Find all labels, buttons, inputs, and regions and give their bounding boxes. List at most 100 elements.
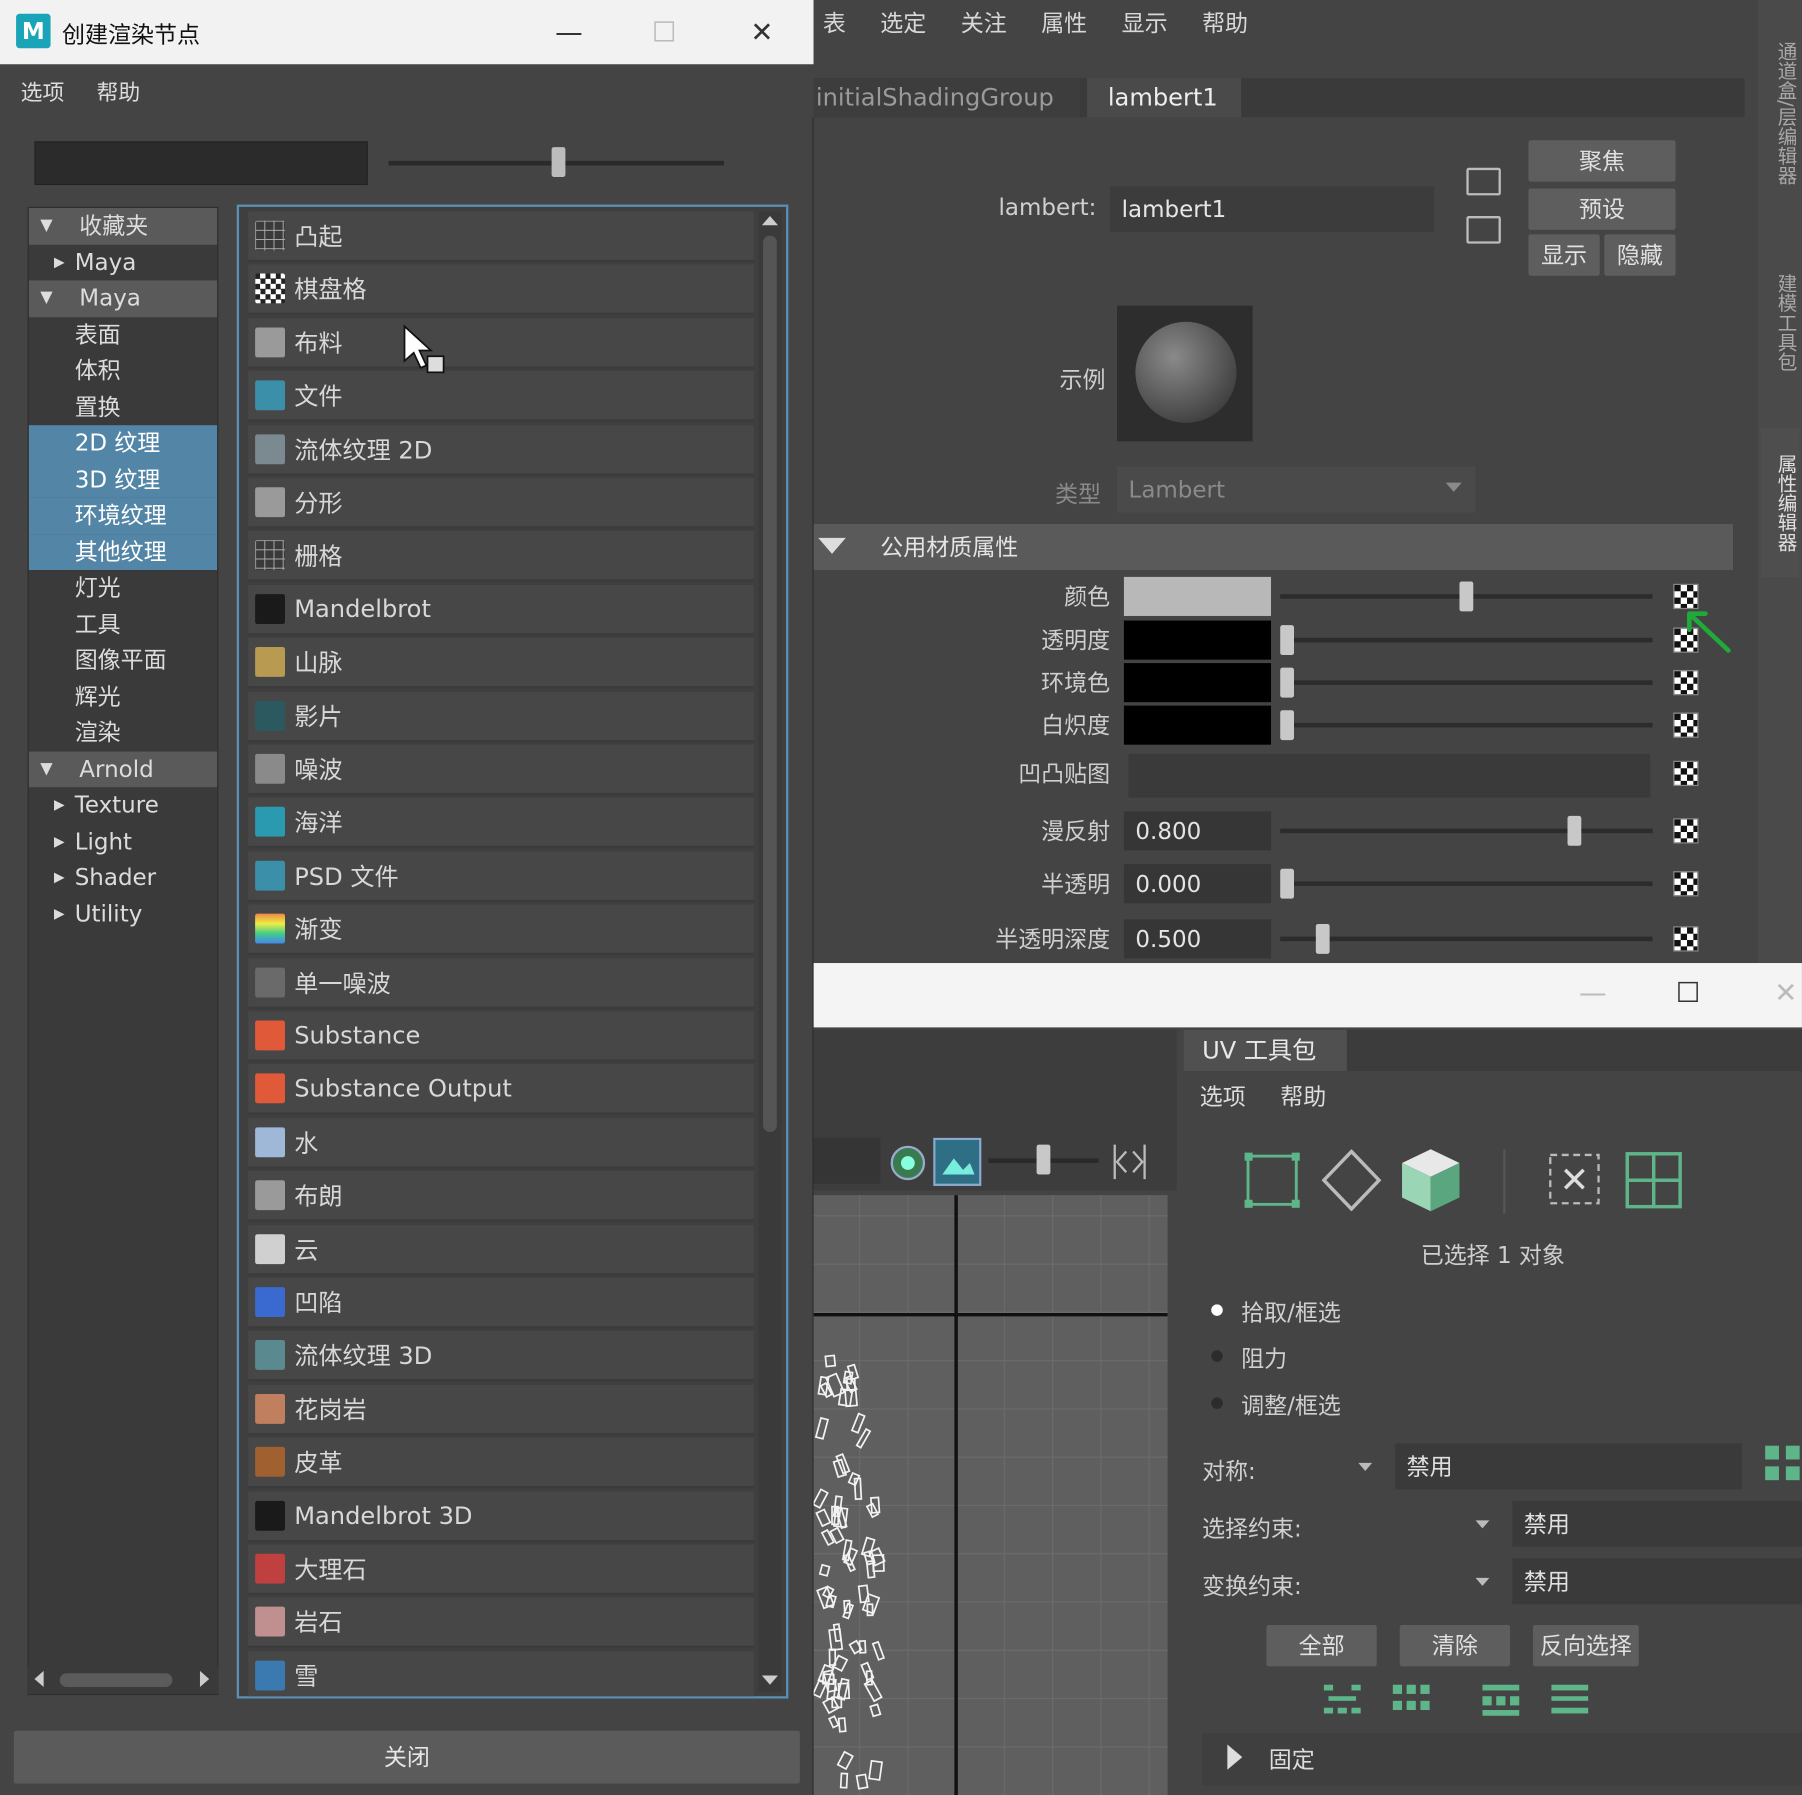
attribute-slider-handle[interactable]: [1280, 710, 1294, 741]
node-item[interactable]: Substance Output: [248, 1064, 754, 1116]
node-item[interactable]: 单一噪波: [248, 957, 754, 1009]
select-border-icon[interactable]: [1480, 1682, 1521, 1716]
maximize-button[interactable]: ☐: [641, 9, 687, 55]
map-button-icon[interactable]: [1673, 712, 1699, 738]
expand-icon[interactable]: ▶: [54, 244, 65, 280]
select-all-button[interactable]: 全部: [1266, 1624, 1377, 1667]
node-item[interactable]: 凹陷: [248, 1277, 754, 1329]
symmetry-toggle-icon[interactable]: [1763, 1443, 1802, 1487]
attribute-slider-handle[interactable]: [1567, 815, 1581, 846]
node-item[interactable]: PSD 文件: [248, 851, 754, 902]
attribute-slider[interactable]: [1280, 680, 1653, 685]
category-item[interactable]: ▶ Maya: [29, 244, 217, 280]
vertex-mode-icon[interactable]: [1321, 1149, 1382, 1212]
node-item[interactable]: Substance: [248, 1011, 754, 1062]
menu-options[interactable]: 选项: [21, 75, 65, 106]
scroll-up-icon[interactable]: [761, 216, 779, 226]
node-item[interactable]: 栅格: [248, 531, 754, 582]
category-item[interactable]: 体积: [29, 353, 217, 389]
object-mode-icon[interactable]: [1243, 1151, 1300, 1208]
collapse-icon[interactable]: ▼: [40, 751, 52, 787]
radio-drag[interactable]: [1211, 1350, 1223, 1362]
category-hscroll-thumb[interactable]: [59, 1673, 173, 1688]
category-item[interactable]: ▶ Texture: [29, 787, 217, 823]
node-item[interactable]: 岩石: [248, 1597, 754, 1649]
shrink-selection-icon[interactable]: [1391, 1682, 1432, 1716]
attribute-slider[interactable]: [1280, 637, 1653, 643]
category-item[interactable]: 工具: [29, 606, 217, 642]
expand-icon[interactable]: ▶: [54, 860, 65, 896]
minimize-button[interactable]: —: [546, 9, 592, 55]
image-brightness-handle[interactable]: [1036, 1144, 1051, 1175]
menu-help[interactable]: 帮助: [97, 75, 141, 106]
invert-selection-button[interactable]: 反向选择: [1533, 1624, 1639, 1667]
category-item[interactable]: 其他纹理: [28, 533, 218, 571]
attribute-slider-handle[interactable]: [1280, 868, 1294, 899]
node-item[interactable]: 凸起: [248, 211, 754, 263]
node-item[interactable]: 文件: [248, 371, 754, 422]
select-shell-icon[interactable]: [1549, 1682, 1590, 1716]
node-item[interactable]: 流体纹理 2D: [248, 424, 754, 476]
category-item[interactable]: 表面: [29, 317, 217, 353]
node-item[interactable]: Mandelbrot 3D: [248, 1491, 754, 1542]
category-item[interactable]: ▼ Maya: [28, 280, 218, 317]
category-item[interactable]: 置换: [29, 389, 217, 425]
node-item[interactable]: 渐变: [248, 904, 754, 956]
symmetry-dropdown-icon[interactable]: [1358, 1462, 1373, 1471]
uv-menu-options[interactable]: 选项: [1200, 1078, 1246, 1111]
attribute-slider-handle[interactable]: [1280, 667, 1294, 698]
category-item[interactable]: 灯光: [29, 570, 217, 606]
category-item[interactable]: 3D 纹理: [28, 461, 218, 498]
category-item[interactable]: ▶ Shader: [29, 860, 217, 896]
uv-menu-help[interactable]: 帮助: [1280, 1078, 1326, 1111]
node-item[interactable]: 大理石: [248, 1544, 754, 1596]
category-item[interactable]: ▶ Utility: [29, 896, 217, 932]
tab-initial-shading-group[interactable]: initialShadingGroup: [813, 78, 1081, 118]
uv-select-mode-icon[interactable]: [1547, 1151, 1602, 1206]
node-item[interactable]: 影片: [248, 691, 754, 742]
node-item[interactable]: 布朗: [248, 1171, 754, 1222]
section-common-material-attributes[interactable]: 公用材质属性: [813, 524, 1733, 571]
menu-show[interactable]: 显示: [1122, 4, 1168, 37]
uv-minimize-button[interactable]: —: [1570, 970, 1616, 1016]
map-button-icon[interactable]: [1673, 760, 1699, 787]
color-swatch[interactable]: [1123, 620, 1272, 660]
map-button-icon[interactable]: [1673, 818, 1699, 844]
node-search-input[interactable]: [34, 141, 368, 186]
map-button-icon[interactable]: [1673, 669, 1699, 696]
close-window-button[interactable]: ✕: [739, 9, 785, 55]
scroll-right-icon[interactable]: [199, 1670, 210, 1688]
collapse-icon[interactable]: ▼: [40, 280, 52, 316]
node-item[interactable]: 棋盘格: [248, 264, 754, 316]
display-image-icon[interactable]: [933, 1137, 982, 1186]
transform-constraint-dropdown-icon[interactable]: [1475, 1577, 1490, 1586]
attribute-slider-handle[interactable]: [1459, 581, 1474, 612]
symmetry-dropdown[interactable]: 禁用: [1395, 1443, 1743, 1490]
node-item[interactable]: 分形: [248, 478, 754, 529]
node-item[interactable]: 雪: [248, 1651, 754, 1697]
input-connection-icon[interactable]: [1466, 167, 1501, 196]
tab-attribute-editor[interactable]: 属性编辑器: [1760, 427, 1800, 577]
tab-uv-toolkit[interactable]: UV 工具包: [1183, 1029, 1347, 1072]
map-button-icon[interactable]: [1673, 871, 1699, 897]
category-item[interactable]: 图像平面: [29, 642, 217, 678]
menu-attributes[interactable]: 属性: [1041, 4, 1087, 37]
section-pin[interactable]: 固定: [1202, 1732, 1802, 1786]
radio-tweak-marquee[interactable]: [1211, 1397, 1223, 1409]
hide-button[interactable]: 隐藏: [1604, 234, 1676, 276]
selection-constraint-dropdown[interactable]: 禁用: [1512, 1500, 1802, 1547]
attribute-slider-handle[interactable]: [1316, 923, 1330, 954]
category-item[interactable]: 渲染: [29, 715, 217, 751]
menu-focus[interactable]: 关注: [961, 4, 1007, 37]
texture-filter-icon[interactable]: [887, 1142, 928, 1183]
category-item[interactable]: ▶ Light: [29, 823, 217, 859]
attribute-slider[interactable]: [1280, 881, 1653, 887]
uv-shell-mode-icon[interactable]: [1400, 1147, 1462, 1214]
attribute-slider[interactable]: [1280, 722, 1653, 728]
transform-constraint-dropdown[interactable]: 禁用: [1512, 1558, 1802, 1605]
category-item[interactable]: ▼ 收藏夹: [28, 208, 218, 245]
toolbar-split-icon[interactable]: [1110, 1140, 1149, 1184]
uv-maximize-button[interactable]: ☐: [1665, 970, 1711, 1016]
icon-size-slider-handle[interactable]: [551, 147, 566, 177]
color-swatch[interactable]: [1123, 705, 1272, 745]
